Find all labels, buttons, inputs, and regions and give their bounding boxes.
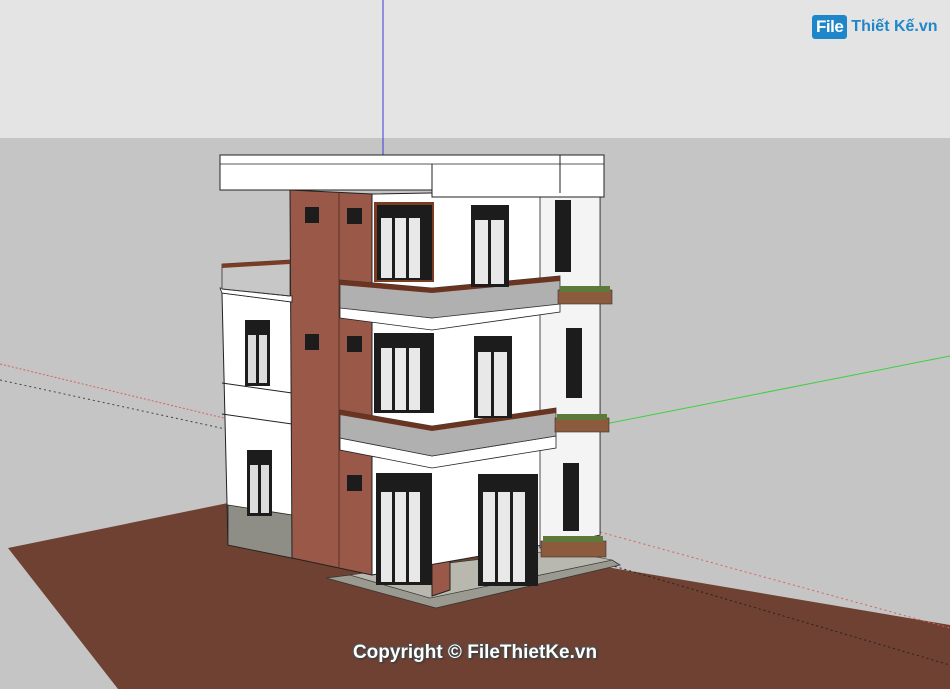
planter-2 (554, 414, 610, 433)
planter-3 (557, 286, 613, 305)
door-front-level-3 (374, 202, 434, 282)
window-right-2 (566, 328, 582, 398)
planter-1 (540, 536, 607, 558)
vent-1 (305, 207, 319, 223)
model-canvas[interactable] (0, 0, 950, 689)
door-front-level-1 (376, 473, 432, 585)
vent-4 (347, 336, 362, 352)
window-right-3 (555, 200, 571, 272)
door-front-level-1-right (478, 474, 538, 586)
vent-2 (347, 208, 362, 224)
brick-column (289, 189, 373, 576)
logo-icon: File (812, 15, 848, 39)
copyright-watermark: Copyright © FileThietKe.vn (352, 642, 598, 663)
vent-5 (347, 475, 362, 491)
vent-3 (305, 334, 319, 350)
logo: File Thiết Kế.vn (812, 12, 938, 42)
door-front-level-2-right (474, 336, 512, 418)
sketchup-viewport[interactable]: File Thiết Kế.vn Copyright © FileThietKe… (0, 0, 950, 689)
window-west-2 (247, 450, 272, 516)
window-right-1 (563, 463, 579, 531)
logo-text: Thiết Kế.vn (851, 18, 938, 35)
sky (0, 0, 950, 138)
window-west-1 (245, 320, 270, 386)
door-front-level-2 (374, 333, 434, 413)
door-front-level-3-right (471, 205, 509, 287)
